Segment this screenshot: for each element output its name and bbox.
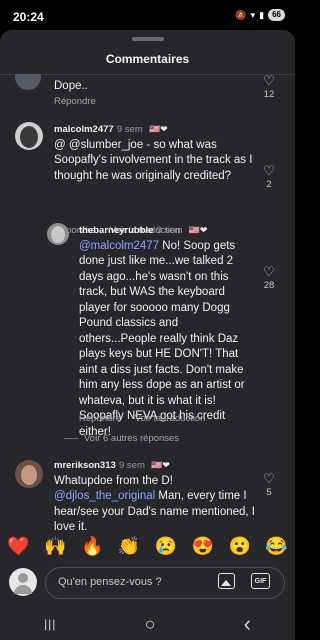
emoji-clap-button[interactable]: 👏 [118,536,140,557]
username[interactable]: thebarneyrubble [79,225,153,236]
system-nav-bar: ||| ○ ‹ [0,608,295,640]
heart-icon: ♡ [263,163,275,178]
emoji-laughing-button[interactable]: 😂 [265,536,287,557]
emoji-raised-hands-button[interactable]: 🙌 [44,536,66,557]
like-count: 2 [266,179,272,190]
like-button[interactable]: ♡ 2 [259,164,279,190]
emoji-surprised-button[interactable]: 😮 [228,536,250,557]
comment-actions: Répondre Voir la traduction [79,413,206,424]
mute-icon: 🔕 [235,9,247,20]
comment-text: No! Soop gets done just like me...we tal… [79,239,245,438]
comment-body: thebarneyrubble 9 sem 🇺🇸❤ @malcolm2477 N… [79,223,257,440]
comment-body: mrerikson313 9 sem 🇺🇸❤ Whatupdoe from th… [54,458,259,536]
emoji-crying-button[interactable]: 😢 [155,536,177,557]
view-more-replies-button[interactable]: Voir 6 autres réponses [64,433,179,444]
comment-item: Dope.. Répondre ♡ 12 [0,74,295,114]
like-count: 28 [263,280,275,291]
flag-heart-icon: 🇺🇸❤ [151,460,170,470]
like-button[interactable]: ♡ 5 [259,472,279,498]
mention-link[interactable]: @djlos_the_original [54,490,155,502]
avatar-body-icon [14,585,32,594]
user-avatar [9,568,37,596]
comment-item: mrerikson313 9 sem 🇺🇸❤ Whatupdoe from th… [0,458,295,533]
wifi-icon: ▾ [250,9,256,20]
recent-apps-icon[interactable]: ||| [44,617,56,631]
comment-text: Dope.. [54,80,88,92]
comment-input-placeholder: Qu'en pensez-vous ? [58,576,162,588]
signal-icon: ▮ [259,9,265,20]
comment-text: Whatupdoe from the D! [54,474,173,487]
flag-heart-icon: 🇺🇸❤ [148,124,168,134]
like-count: 5 [266,487,272,498]
comments-sheet: Commentaires Dope.. Répondre ♡ 12 malcol… [0,30,295,640]
comment-time: 9 sem [119,460,145,471]
comment-time: 9 sem [116,124,143,135]
avatar[interactable] [47,223,69,245]
emoji-heart-button[interactable]: ❤️ [7,536,29,557]
image-icon[interactable] [218,573,235,589]
reply-button[interactable]: Répondre [79,413,121,424]
sheet-title: Commentaires [105,52,190,66]
flag-heart-icon: 🇺🇸❤ [188,225,208,235]
comment-item: malcolm2477 9 sem 🇺🇸❤ @ @slumber_joe - s… [0,122,295,236]
avatar-silhouette-icon [18,573,28,583]
battery-icon: 66 [268,9,285,21]
status-icons: 🔕 ▾ ▮ 66 [235,9,285,21]
reply-button[interactable]: Répondre [54,96,96,107]
status-bar: 20:24 🔕 ▾ ▮ 66 [0,0,295,30]
emoji-reaction-bar: ❤️ 🙌 🔥 👏 😢 😍 😮 😂 [0,529,295,563]
username[interactable]: mrerikson313 [54,460,116,471]
like-button[interactable]: ♡ 12 [259,74,279,100]
view-replies-label: Voir 6 autres réponses [84,433,180,444]
comment-composer: Qu'en pensez-vous ? GIF [0,563,295,603]
heart-icon: ♡ [263,73,275,88]
comment-actions: Répondre [54,96,96,107]
image-icon-mountain [221,580,231,586]
heart-icon: ♡ [263,264,275,279]
comment-body: malcolm2477 9 sem 🇺🇸❤ @ @slumber_joe - s… [54,122,259,184]
emoji-heart-eyes-button[interactable]: 😍 [192,536,214,557]
comment-time: 9 sem [156,225,183,236]
back-icon[interactable]: ‹ [244,611,251,637]
at-icon: @ [54,138,66,151]
mention-link[interactable]: @slumber_joe [69,139,143,151]
home-icon[interactable]: ○ [145,614,156,635]
avatar-face [51,226,65,243]
mention-link[interactable]: @malcolm2477 [79,240,159,252]
drag-handle[interactable] [132,37,164,41]
divider [64,438,78,439]
username[interactable]: malcolm2477 [54,124,114,135]
emoji-fire-button[interactable]: 🔥 [81,536,103,557]
avatar-face [20,126,38,148]
translate-button[interactable]: Voir la traduction [135,413,206,424]
avatar[interactable] [15,460,43,488]
status-time: 20:24 [13,10,44,24]
comment-item: thebarneyrubble 9 sem 🇺🇸❤ @malcolm2477 N… [0,223,295,443]
heart-icon: ♡ [263,471,275,486]
avatar-face [21,465,37,485]
avatar[interactable] [15,122,43,150]
gif-button[interactable]: GIF [251,573,270,589]
like-count: 12 [263,89,275,100]
avatar[interactable] [15,74,41,90]
like-button[interactable]: ♡ 28 [259,265,279,291]
